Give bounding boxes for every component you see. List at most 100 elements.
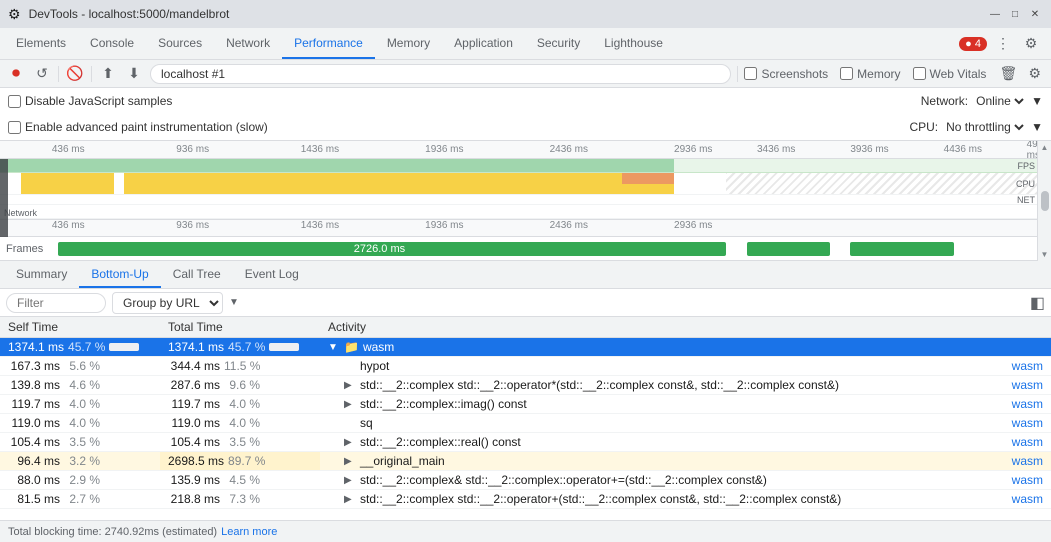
activity-name: hypot [360, 359, 1000, 373]
source-link[interactable]: wasm [1004, 416, 1043, 430]
source-link[interactable]: wasm [1004, 454, 1043, 468]
close-button[interactable]: ✕ [1027, 6, 1043, 22]
scroll-thumb[interactable] [1041, 191, 1049, 211]
self-time-value: 119.0 ms [8, 416, 60, 430]
group-by-select[interactable]: Group by URL [112, 292, 223, 314]
tab-security[interactable]: Security [525, 28, 592, 59]
scroll-down-arrow[interactable]: ▼ [1041, 250, 1049, 259]
disable-js-samples-checkbox[interactable] [8, 95, 21, 108]
minimize-button[interactable]: — [987, 6, 1003, 22]
expand-arrow[interactable]: ▶ [344, 456, 356, 467]
source-link[interactable]: wasm [1004, 397, 1043, 411]
title-bar: ⚙ DevTools - localhost:5000/mandelbrot —… [0, 0, 1051, 28]
tab-elements[interactable]: Elements [4, 28, 78, 59]
filter-input[interactable] [6, 293, 106, 313]
hatched-overlay [726, 173, 1037, 194]
self-time-pct: 2.9 % [64, 473, 100, 487]
fps-bar-fill [0, 159, 674, 172]
source-link[interactable]: wasm [1004, 473, 1043, 487]
web-vitals-checkbox[interactable]: Web Vitals [913, 67, 987, 81]
screenshots-checkbox-input[interactable] [744, 67, 757, 80]
trash-button[interactable]: 🗑 [998, 64, 1018, 84]
source-link[interactable]: wasm [1004, 378, 1043, 392]
memory-checkbox[interactable]: Memory [840, 67, 900, 81]
disable-js-samples-label[interactable]: Disable JavaScript samples [8, 94, 172, 108]
settings-button[interactable]: ⚙ [1019, 32, 1043, 56]
tab-network[interactable]: Network [214, 28, 282, 59]
tab-bottom-up[interactable]: Bottom-Up [79, 261, 160, 288]
table-row[interactable]: 1374.1 ms 45.7 % 1374.1 ms 45.7 % ▼ 📁 wa… [0, 338, 1051, 357]
expand-arrow[interactable]: ▶ [344, 399, 356, 410]
table-row[interactable]: 105.4 ms 3.5 % 105.4 ms 3.5 % ▶ std::__2… [0, 433, 1051, 452]
ruler-tick-2: 936 ms [176, 144, 209, 155]
total-time-value: 135.9 ms [168, 473, 220, 487]
tab-lighthouse[interactable]: Lighthouse [592, 28, 675, 59]
more-options-button[interactable]: ⋮ [991, 32, 1015, 56]
source-link[interactable]: wasm [1004, 359, 1043, 373]
self-time-header: Self Time [0, 317, 160, 338]
expand-arrow[interactable]: ▶ [344, 380, 356, 391]
tab-summary[interactable]: Summary [4, 261, 79, 288]
table-row[interactable]: 167.3 ms 5.6 % 344.4 ms 11.5 % hypot was… [0, 357, 1051, 376]
table-row[interactable]: 81.5 ms 2.7 % 218.8 ms 7.3 % ▶ std::__2:… [0, 490, 1051, 509]
options-bar: Disable JavaScript samples Network: Onli… [0, 88, 1051, 141]
toolbar-separator-3 [737, 66, 738, 82]
settings-gear-icon[interactable]: ⚙ [1024, 63, 1045, 84]
tab-console[interactable]: Console [78, 28, 146, 59]
network-throttle-select[interactable]: Online [972, 93, 1027, 109]
options-row-2: Enable advanced paint instrumentation (s… [0, 114, 1051, 140]
cpu-throttle-select[interactable]: No throttling [942, 119, 1027, 135]
tab-application[interactable]: Application [442, 28, 525, 59]
tab-performance[interactable]: Performance [282, 28, 375, 59]
status-text: Total blocking time: 2740.92ms (estimate… [8, 526, 217, 538]
expand-arrow[interactable]: ▶ [344, 437, 356, 448]
activity-name: std::__2::complex std::__2::operator+(st… [360, 492, 1000, 506]
source-link[interactable]: wasm [1004, 492, 1043, 506]
download-button[interactable]: ⬇ [124, 64, 144, 84]
total-time-value: 1374.1 ms [168, 340, 224, 354]
activity-cell: ▼ 📁 wasm [320, 338, 1051, 357]
timeline-ruler-2: 436 ms 936 ms 1436 ms 1936 ms 2436 ms 29… [0, 219, 1037, 237]
total-time-cell: 135.9 ms 4.5 % [160, 471, 320, 490]
enable-paint-checkbox[interactable] [8, 121, 21, 134]
record-button[interactable]: ⏺ [6, 64, 26, 84]
table-row[interactable]: 139.8 ms 4.6 % 287.6 ms 9.6 % ▶ std::__2… [0, 376, 1051, 395]
scroll-up-arrow[interactable]: ▲ [1041, 143, 1049, 152]
table-row[interactable]: 96.4 ms 3.2 % 2698.5 ms 89.7 % ▶ __origi… [0, 452, 1051, 471]
total-time-cell: 287.6 ms 9.6 % [160, 376, 320, 395]
upload-button[interactable]: ⬆ [98, 64, 118, 84]
expand-arrow[interactable]: ▶ [344, 475, 356, 486]
table-row[interactable]: 119.7 ms 4.0 % 119.7 ms 4.0 % ▶ std::__2… [0, 395, 1051, 414]
cpu-throttle: CPU: No throttling ▼ [909, 119, 1043, 135]
table-row[interactable]: 88.0 ms 2.9 % 135.9 ms 4.5 % ▶ std::__2:… [0, 471, 1051, 490]
learn-more-link[interactable]: Learn more [221, 526, 277, 538]
frames-value: 2726.0 ms [350, 243, 409, 255]
web-vitals-checkbox-input[interactable] [913, 67, 926, 80]
clear-button[interactable]: 🚫 [65, 64, 85, 84]
ruler2-tick-3: 1436 ms [301, 220, 339, 231]
timeline-scrollbar[interactable]: ▲ ▼ [1037, 141, 1051, 261]
expand-arrow[interactable]: ▶ [344, 494, 356, 505]
expand-arrow[interactable]: ▼ [328, 342, 340, 353]
self-time-pct: 3.2 % [64, 454, 100, 468]
memory-checkbox-input[interactable] [840, 67, 853, 80]
source-link[interactable]: wasm [1004, 435, 1043, 449]
screenshots-checkbox[interactable]: Screenshots [744, 67, 828, 81]
self-time-cell: 96.4 ms 3.2 % [0, 452, 160, 471]
self-time-cell: 105.4 ms 3.5 % [0, 433, 160, 452]
table-row[interactable]: 119.0 ms 4.0 % 119.0 ms 4.0 % sq wasm [0, 414, 1051, 433]
self-time-value: 81.5 ms [8, 492, 60, 506]
tab-memory[interactable]: Memory [375, 28, 442, 59]
total-time-cell: 2698.5 ms 89.7 % [160, 452, 320, 471]
total-time-value: 344.4 ms [168, 359, 220, 373]
tab-sources[interactable]: Sources [146, 28, 214, 59]
total-time-pct: 89.7 % [228, 454, 265, 468]
reload-record-button[interactable]: ↺ [32, 64, 52, 84]
tab-call-tree[interactable]: Call Tree [161, 261, 233, 288]
activity-cell: ▶ std::__2::complex std::__2::operator+(… [320, 490, 1051, 509]
enable-paint-label[interactable]: Enable advanced paint instrumentation (s… [8, 120, 268, 134]
focus-icon[interactable]: ◧ [1030, 293, 1045, 313]
nav-tabs: Elements Console Sources Network Perform… [0, 28, 1051, 60]
tab-event-log[interactable]: Event Log [233, 261, 311, 288]
maximize-button[interactable]: □ [1007, 6, 1023, 22]
